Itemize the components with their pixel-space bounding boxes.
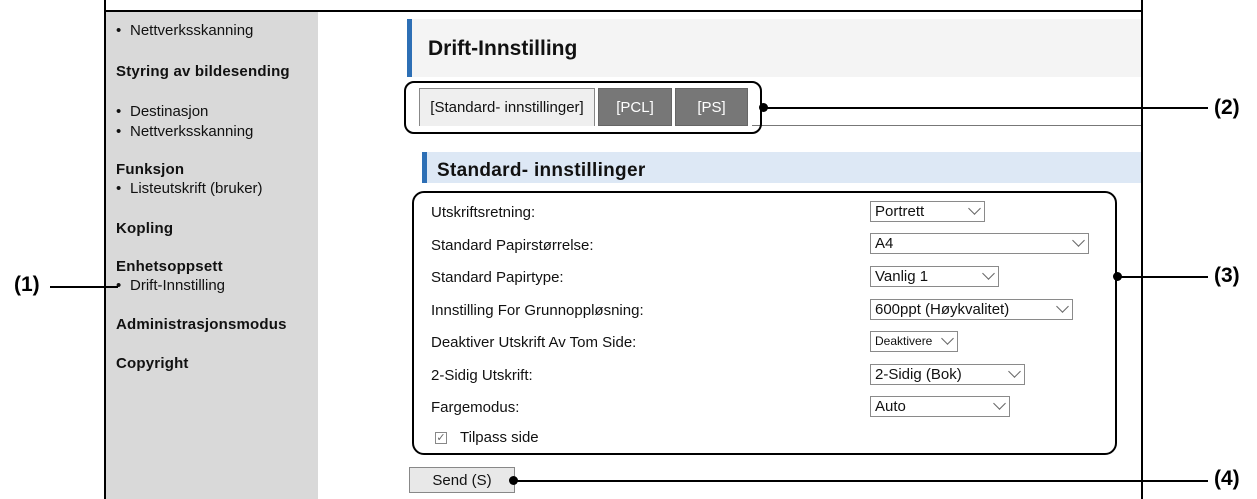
callout-2-highlight (404, 81, 762, 134)
sidebar-item-drift-innstilling[interactable]: Drift-Innstilling (116, 277, 225, 294)
sidebar-heading-kopling[interactable]: Kopling (116, 220, 173, 237)
callout-2-leader (764, 107, 1208, 109)
callout-4-leader (514, 480, 1208, 482)
frame-right-border (1141, 0, 1143, 499)
callout-3-leader (1118, 276, 1208, 278)
sidebar-heading-funksjon[interactable]: Funksjon (116, 161, 184, 178)
section-header-accent (422, 152, 427, 183)
page-title: Drift-Innstilling (428, 37, 578, 60)
callout-label-1: (1) (14, 273, 40, 296)
section-title: Standard- innstillinger (437, 160, 646, 181)
callout-1-leader (50, 286, 118, 288)
tab-baseline (752, 125, 1141, 126)
sidebar-heading-copyright[interactable]: Copyright (116, 355, 189, 372)
page-title-accent (407, 19, 412, 77)
callout-label-3: (3) (1214, 264, 1240, 287)
callout-3-highlight (412, 191, 1117, 455)
sidebar-item-nettverksskanning-2[interactable]: Nettverksskanning (116, 123, 253, 140)
sidebar-item-destinasjon[interactable]: Destinasjon (116, 103, 208, 120)
callout-label-4: (4) (1214, 467, 1240, 490)
sidebar-heading-enhetsoppsett[interactable]: Enhetsoppsett (116, 258, 223, 275)
sidebar: Nettverksskanning Styring av bildesendin… (106, 12, 318, 499)
callout-label-2: (2) (1214, 96, 1240, 119)
sidebar-item-nettverksskanning[interactable]: Nettverksskanning (116, 22, 253, 39)
sidebar-heading-administrasjonsmodus[interactable]: Administrasjonsmodus (116, 316, 287, 333)
sidebar-item-listeutskrift[interactable]: Listeutskrift (bruker) (116, 180, 263, 197)
send-button[interactable]: Send (S) (409, 467, 515, 493)
sidebar-heading-styring-av-bildesending[interactable]: Styring av bildesending (116, 63, 290, 80)
